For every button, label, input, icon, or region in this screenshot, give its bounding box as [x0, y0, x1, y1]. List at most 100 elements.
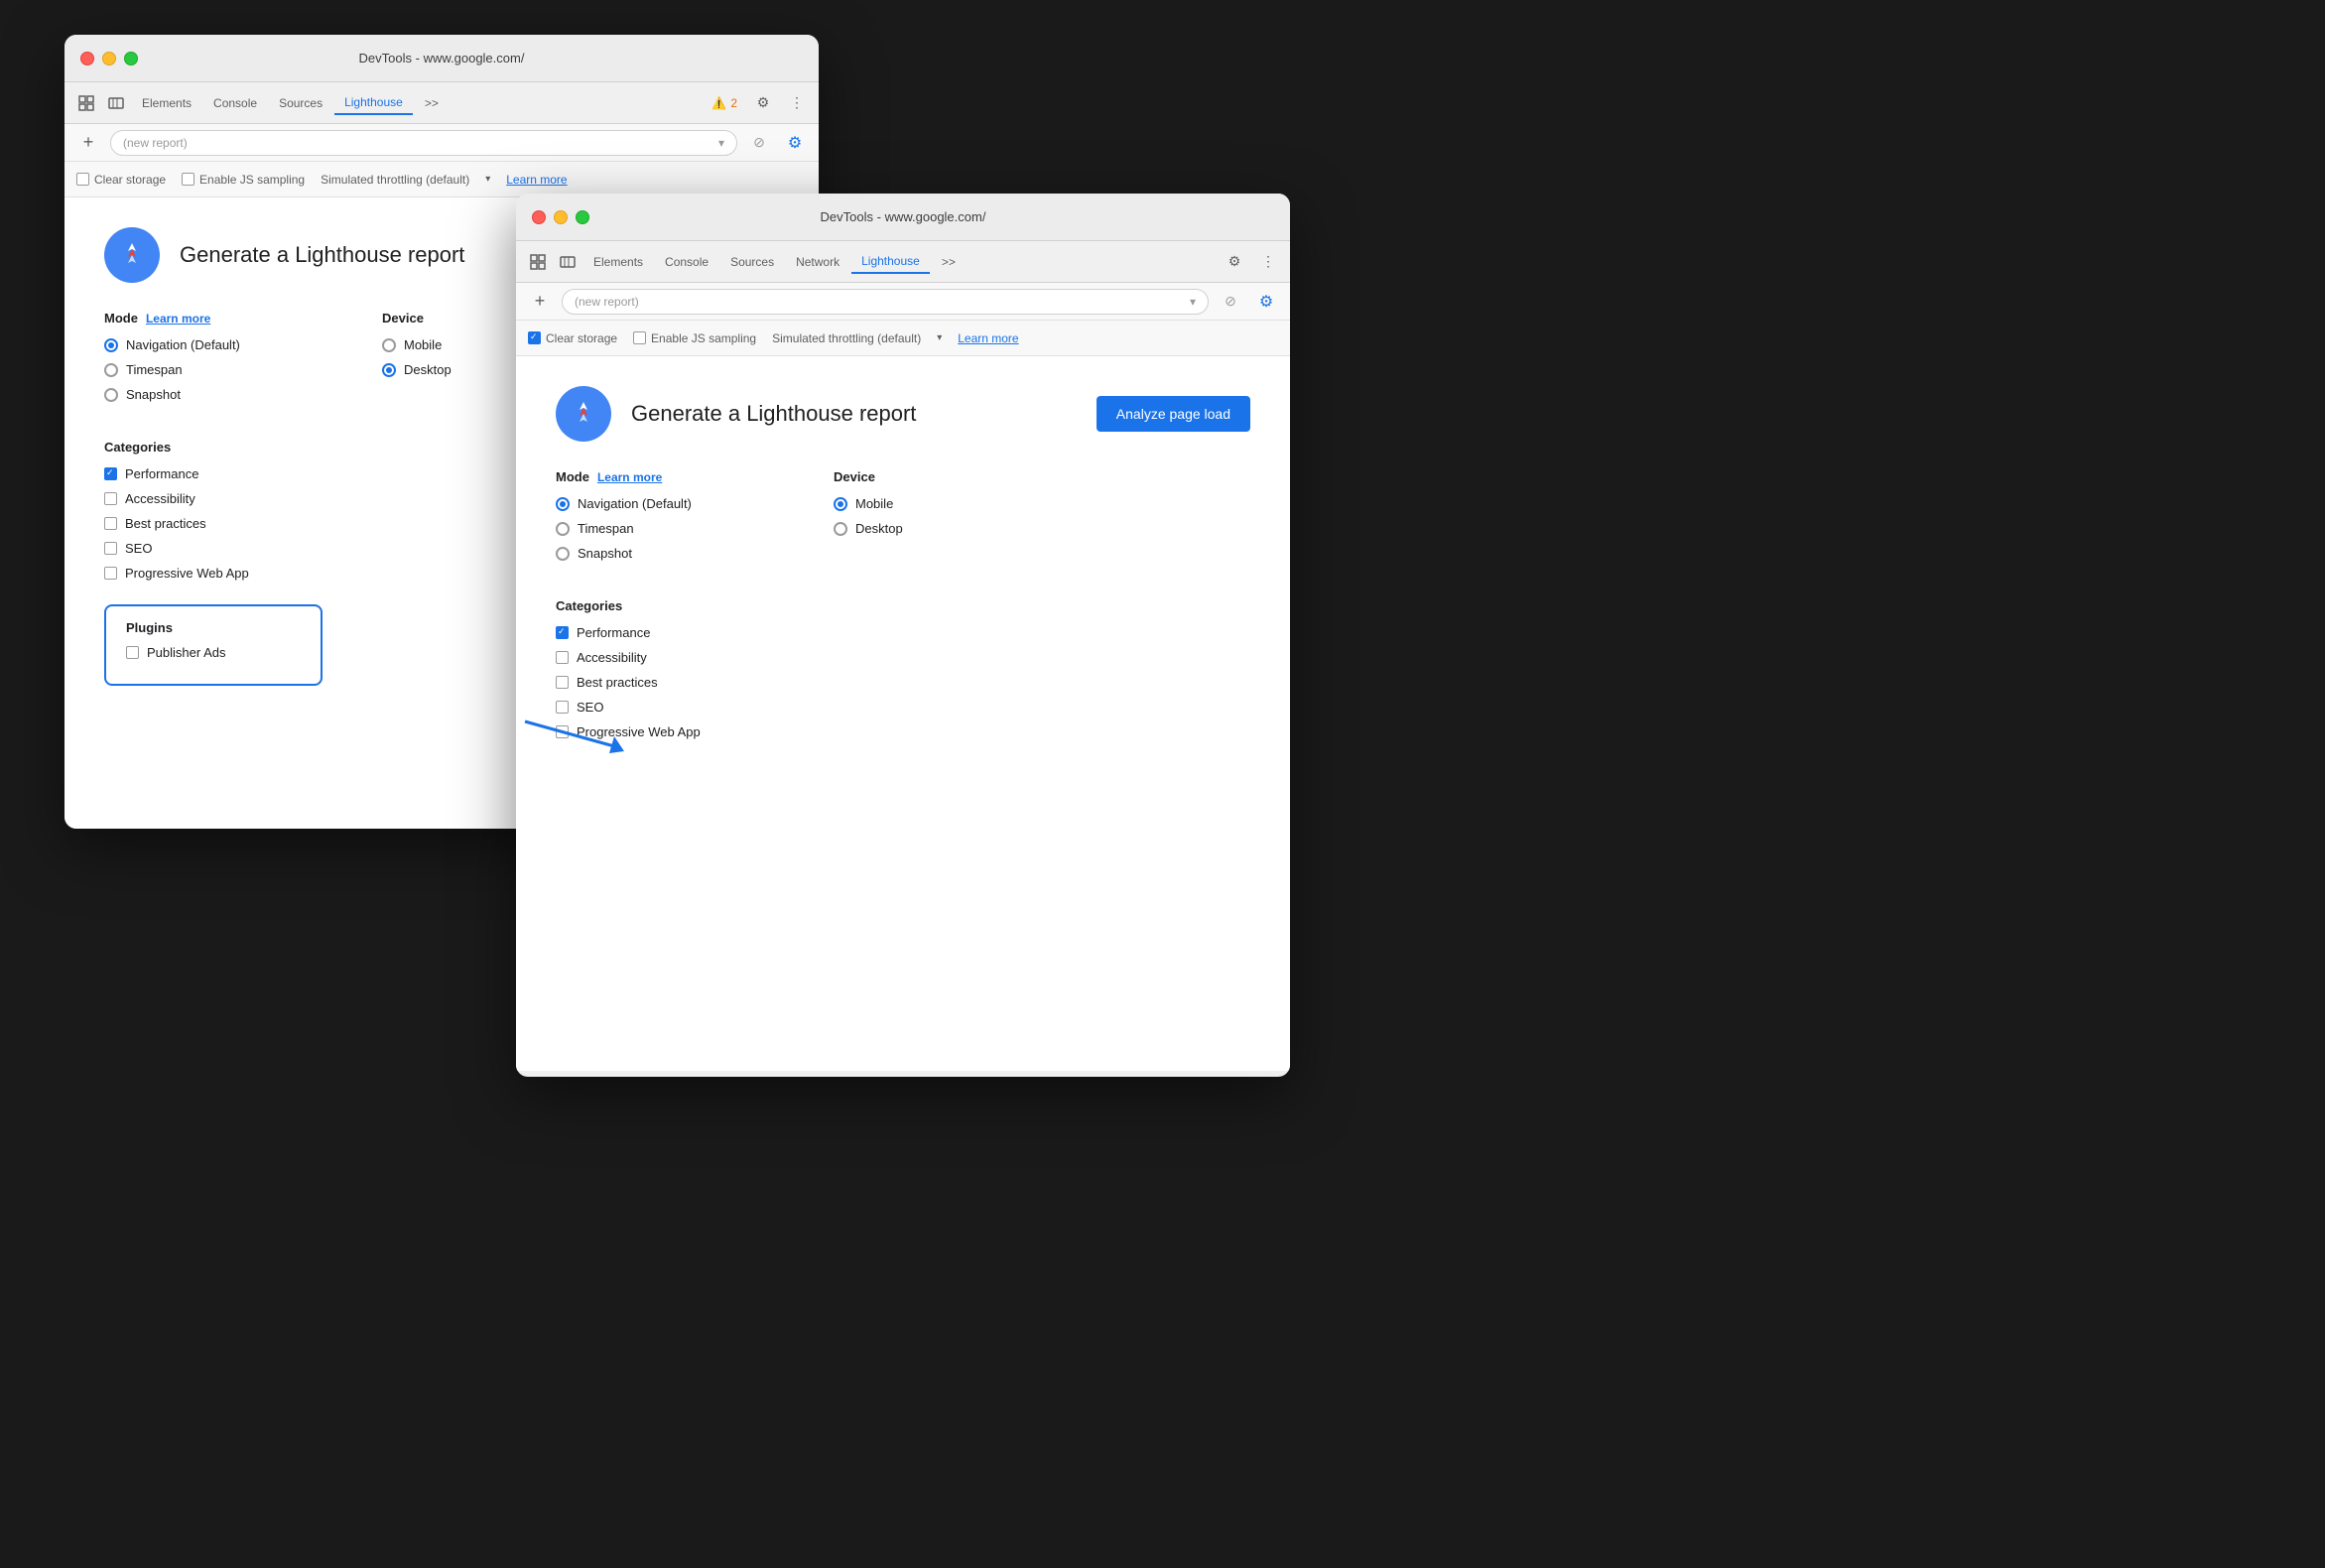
settings-gear-icon-2[interactable]: ⚙ [1252, 288, 1280, 316]
clear-storage-cb-1[interactable] [76, 173, 89, 186]
minimize-button-2[interactable] [554, 210, 568, 224]
cat-bestpractices-label-2: Best practices [577, 675, 658, 690]
tab-sources-1[interactable]: Sources [269, 92, 332, 114]
cb-bestpractices-1[interactable] [104, 517, 117, 530]
mode-snapshot-1[interactable]: Snapshot [104, 387, 303, 402]
toolbar-tabs-1: Elements Console Sources Lighthouse >> ⚠… [65, 82, 819, 124]
radio-mobile-1[interactable] [382, 338, 396, 352]
close-button-1[interactable] [80, 52, 94, 65]
minimize-button-1[interactable] [102, 52, 116, 65]
cb-accessibility-1[interactable] [104, 492, 117, 505]
warning-badge-1[interactable]: ⚠️ 2 [706, 94, 743, 112]
mode-nav-label-2: Navigation (Default) [578, 496, 692, 511]
device-desktop-2[interactable]: Desktop [834, 521, 1032, 536]
enable-js-label-1[interactable]: Enable JS sampling [182, 173, 305, 187]
radio-snapshot-2[interactable] [556, 547, 570, 561]
mode-snapshot-2[interactable]: Snapshot [556, 546, 754, 561]
cursor-icon[interactable] [72, 89, 100, 117]
device-desktop-label-2: Desktop [855, 521, 903, 536]
cb-performance-1[interactable] [104, 467, 117, 480]
mode-timespan-2[interactable]: Timespan [556, 521, 754, 536]
tab-elements-2[interactable]: Elements [583, 251, 653, 273]
tab-network-2[interactable]: Network [786, 251, 849, 273]
settings-icon-1[interactable]: ⚙ [749, 89, 777, 117]
tab-console-2[interactable]: Console [655, 251, 718, 273]
device-mobile-2[interactable]: Mobile [834, 496, 1032, 511]
cancel-report-icon[interactable]: ⊘ [745, 129, 773, 157]
tab-console-1[interactable]: Console [203, 92, 267, 114]
cat-pwa-label-2: Progressive Web App [577, 724, 701, 739]
cb-bestpractices-2[interactable] [556, 676, 569, 689]
cancel-report-icon-2[interactable]: ⊘ [1217, 288, 1244, 316]
device-section-2: Device Mobile Desktop [834, 469, 1032, 571]
enable-js-label-2[interactable]: Enable JS sampling [633, 331, 756, 345]
cb-performance-2[interactable] [556, 626, 569, 639]
mode-nav-label-1: Navigation (Default) [126, 337, 240, 352]
cursor-icon-2[interactable] [524, 248, 552, 276]
cat-bestpractices-2[interactable]: Best practices [556, 675, 1250, 690]
cat-bestpractices-label-1: Best practices [125, 516, 206, 531]
toolbar-row2-1: + (new report) ▾ ⊘ ⚙ [65, 124, 819, 162]
new-report-placeholder-1: (new report) [123, 136, 188, 150]
tab-lighthouse-2[interactable]: Lighthouse [851, 250, 930, 274]
mode-learn-more-2[interactable]: Learn more [597, 470, 662, 484]
cb-pwa-2[interactable] [556, 725, 569, 738]
add-report-icon-2[interactable]: + [526, 288, 554, 316]
mode-timespan-1[interactable]: Timespan [104, 362, 303, 377]
cat-pwa-label-1: Progressive Web App [125, 566, 249, 581]
cat-pwa-2[interactable]: Progressive Web App [556, 724, 1250, 739]
radio-desktop-2[interactable] [834, 522, 847, 536]
radio-timespan-1[interactable] [104, 363, 118, 377]
tab-more-2[interactable]: >> [932, 251, 966, 273]
clear-storage-label-1[interactable]: Clear storage [76, 173, 166, 187]
analyze-btn-2[interactable]: Analyze page load [1097, 396, 1250, 432]
learn-more-link-1[interactable]: Learn more [506, 173, 567, 187]
device-icon-2[interactable] [554, 248, 581, 276]
settings-gear-icon-1[interactable]: ⚙ [781, 129, 809, 157]
enable-js-cb-1[interactable] [182, 173, 194, 186]
cb-seo-2[interactable] [556, 701, 569, 714]
mode-timespan-label-2: Timespan [578, 521, 634, 536]
cb-seo-1[interactable] [104, 542, 117, 555]
enable-js-cb-2[interactable] [633, 331, 646, 344]
new-report-input-2[interactable]: (new report) ▾ [562, 289, 1209, 315]
maximize-button-2[interactable] [576, 210, 589, 224]
radio-navigation-2[interactable] [556, 497, 570, 511]
learn-more-link-2[interactable]: Learn more [958, 331, 1018, 345]
clear-storage-text-1: Clear storage [94, 173, 166, 187]
clear-storage-cb-2[interactable] [528, 331, 541, 344]
tab-lighthouse-1[interactable]: Lighthouse [334, 91, 413, 115]
add-report-icon[interactable]: + [74, 129, 102, 157]
categories-section-2: Categories Performance Accessibility Bes… [556, 598, 1250, 739]
tab-sources-2[interactable]: Sources [720, 251, 784, 273]
device-icon[interactable] [102, 89, 130, 117]
radio-mobile-2[interactable] [834, 497, 847, 511]
lh-title-2: Generate a Lighthouse report [631, 401, 916, 427]
close-button-2[interactable] [532, 210, 546, 224]
tab-more-1[interactable]: >> [415, 92, 449, 114]
cat-performance-2[interactable]: Performance [556, 625, 1250, 640]
mode-navigation-1[interactable]: Navigation (Default) [104, 337, 303, 352]
toolbar-right-1: ⚠️ 2 ⚙ ⋮ [706, 89, 811, 117]
clear-storage-label-2[interactable]: Clear storage [528, 331, 617, 345]
warning-count-1: 2 [730, 96, 737, 110]
radio-snapshot-1[interactable] [104, 388, 118, 402]
new-report-input-1[interactable]: (new report) ▾ [110, 130, 737, 156]
cb-accessibility-2[interactable] [556, 651, 569, 664]
cb-publisherads-1[interactable] [126, 646, 139, 659]
plugin-publisherads-1[interactable]: Publisher Ads [126, 645, 301, 660]
radio-navigation-1[interactable] [104, 338, 118, 352]
radio-desktop-1[interactable] [382, 363, 396, 377]
cb-pwa-1[interactable] [104, 567, 117, 580]
mode-navigation-2[interactable]: Navigation (Default) [556, 496, 754, 511]
cat-seo-2[interactable]: SEO [556, 700, 1250, 715]
more-icon-1[interactable]: ⋮ [783, 89, 811, 117]
radio-timespan-2[interactable] [556, 522, 570, 536]
settings-icon-2[interactable]: ⚙ [1221, 248, 1248, 276]
cat-accessibility-2[interactable]: Accessibility [556, 650, 1250, 665]
toolbar-row3-2: Clear storage Enable JS sampling Simulat… [516, 321, 1290, 356]
tab-elements-1[interactable]: Elements [132, 92, 201, 114]
more-icon-2[interactable]: ⋮ [1254, 248, 1282, 276]
mode-learn-more-1[interactable]: Learn more [146, 312, 210, 326]
maximize-button-1[interactable] [124, 52, 138, 65]
